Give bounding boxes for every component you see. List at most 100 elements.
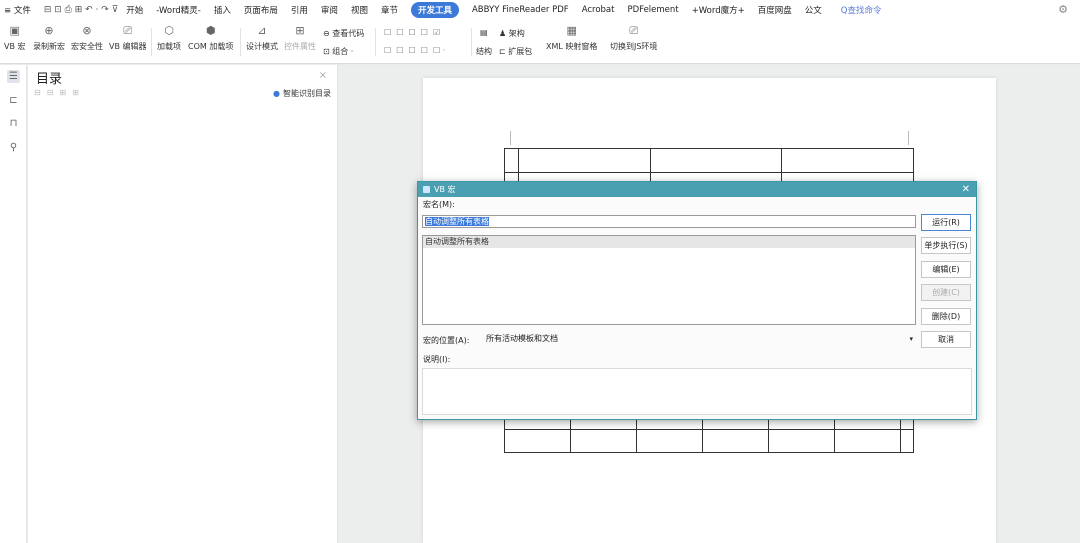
- tab-baidu-netdisk[interactable]: 百度网盘: [758, 4, 792, 16]
- table-border: [913, 420, 914, 453]
- record-macro-icon: ⊕: [44, 24, 54, 37]
- vb-macro-button[interactable]: ▣ VB 宏: [4, 24, 26, 52]
- command-search[interactable]: Q查找命令: [841, 4, 882, 16]
- switch-js-button[interactable]: ⎚ 切换到JS环境: [610, 24, 657, 52]
- table-border: [504, 172, 913, 173]
- vb-macro-icon: ▣: [9, 24, 20, 37]
- js-environment-icon: ⎚: [629, 24, 639, 37]
- record-macro-button[interactable]: ⊕ 录制新宏: [33, 24, 65, 52]
- ribbon-developer: ▣ VB 宏 ⊕ 录制新宏 ⊗ 宏安全性 ⎚ VB 编辑器 ⬡ 加载项 ⬢ COM 加载项 …: [0, 20, 1080, 64]
- tab-word-spirit[interactable]: -Word精灵-: [156, 4, 201, 16]
- create-button[interactable]: 创建(C): [921, 284, 971, 301]
- control-properties-button[interactable]: ⊞ 控件属性: [284, 24, 316, 52]
- addins-button[interactable]: ⬡ 加载项: [157, 24, 181, 52]
- table-border: [913, 148, 914, 182]
- search-icon[interactable]: ⚲: [7, 141, 20, 154]
- smart-icon: ●: [273, 89, 280, 98]
- description-label: 说明(I):: [423, 355, 451, 364]
- schema-button[interactable]: ♟ 架构: [499, 28, 525, 39]
- tab-word-cube[interactable]: +Word魔方+: [692, 4, 745, 16]
- schema-icon: ♟: [499, 29, 507, 38]
- design-mode-button[interactable]: ⊿ 设计模式: [246, 24, 278, 52]
- menu-file[interactable]: ≡ 文件: [4, 4, 31, 16]
- expansion-pack-button[interactable]: ⊏ 扩展包: [499, 46, 532, 57]
- xml-mapping-button[interactable]: ▦ XML 映射窗格: [546, 24, 597, 52]
- navigation-strip: ☰ ⊏ ⊓ ⚲: [0, 65, 27, 543]
- tab-section[interactable]: 章节: [381, 4, 398, 16]
- smart-toc-button[interactable]: ● 智能识别目录: [273, 88, 331, 99]
- content-controls-row2[interactable]: ☐ ☐ ☐ ☐ ☐ ·: [384, 46, 445, 55]
- tab-pdfelement[interactable]: PDFelement: [627, 5, 678, 15]
- table-border: [504, 429, 914, 430]
- cancel-button[interactable]: 取消: [921, 331, 971, 348]
- table-border: [570, 420, 571, 453]
- macro-location-select[interactable]: 所有活动模板和文档 ▾: [484, 332, 916, 346]
- com-addins-button[interactable]: ⬢ COM 加载项: [188, 24, 233, 52]
- close-icon[interactable]: ×: [319, 70, 327, 81]
- group-button[interactable]: ⊡ 组合 ·: [323, 46, 353, 57]
- toc-panel-icon[interactable]: ☰: [7, 70, 20, 83]
- structure-icon: ▤: [480, 28, 488, 37]
- tab-view[interactable]: 视图: [351, 4, 368, 16]
- toc-panel: 目录 × ⊟⊟⊞⊞ ● 智能识别目录: [28, 65, 338, 543]
- dialog-titlebar[interactable]: VB 宏: [418, 182, 976, 197]
- tab-page-layout[interactable]: 页面布局: [244, 4, 278, 16]
- ribbon-separator: [240, 28, 241, 56]
- description-box: [422, 368, 972, 415]
- macro-security-button[interactable]: ⊗ 宏安全性: [71, 24, 103, 52]
- table-border: [636, 420, 637, 453]
- table-border: [781, 148, 782, 182]
- step-into-button[interactable]: 单步执行(S): [921, 237, 971, 254]
- toc-toolbar[interactable]: ⊟⊟⊞⊞: [34, 88, 85, 97]
- tab-insert[interactable]: 插入: [214, 4, 231, 16]
- delete-button[interactable]: 删除(D): [921, 308, 971, 325]
- design-mode-icon: ⊿: [257, 24, 267, 37]
- list-item[interactable]: 自动调整所有表格: [423, 236, 915, 248]
- vb-editor-button[interactable]: ⎚ VB 编辑器: [109, 24, 147, 52]
- ribbon-separator: [375, 28, 376, 56]
- tab-developer[interactable]: 开发工具: [410, 2, 459, 18]
- dropdown-arrow-icon: ▾: [909, 335, 913, 343]
- table-border: [518, 148, 519, 182]
- tab-acrobat[interactable]: Acrobat: [582, 5, 615, 15]
- macro-name-label: 宏名(M):: [423, 200, 455, 209]
- group-icon: ⊡: [323, 47, 330, 56]
- structure-button[interactable]: 结构: [476, 46, 492, 57]
- quick-access-toolbar[interactable]: ⊟ ⊡ ⎙ ⊞ ↶ · ↷ ⊽: [44, 5, 118, 15]
- vb-macro-dialog: VB 宏 ✕ 宏名(M): 自动调整所有表格 自动调整所有表格 运行(R) 单步…: [417, 181, 977, 420]
- xml-mapping-icon: ▦: [566, 24, 577, 37]
- vb-editor-icon: ⎚: [123, 24, 133, 37]
- settings-icon[interactable]: ⚙: [1058, 3, 1068, 16]
- run-button[interactable]: 运行(R): [921, 214, 971, 231]
- tab-official-doc[interactable]: 公文: [805, 4, 822, 16]
- macro-location-label: 宏的位置(A):: [423, 336, 470, 345]
- cube-icon: ⬡: [164, 24, 174, 37]
- app-icon: [423, 186, 430, 193]
- table-border: [504, 148, 913, 149]
- content-controls-row1[interactable]: ☐ ☐ ☐ ☐ ☑: [384, 28, 440, 37]
- macro-list[interactable]: 自动调整所有表格: [422, 235, 916, 325]
- menu-bar: ≡ 文件 ⊟ ⊡ ⎙ ⊞ ↶ · ↷ ⊽ 开始 -Word精灵- 插入 页面布局…: [0, 0, 1080, 20]
- table-border: [504, 420, 505, 453]
- tab-home[interactable]: 开始: [126, 4, 143, 16]
- tab-references[interactable]: 引用: [291, 4, 308, 16]
- chapter-nav-icon[interactable]: ⊏: [7, 94, 20, 107]
- edit-button[interactable]: 编辑(E): [921, 261, 971, 278]
- table-border: [702, 420, 703, 453]
- tab-review[interactable]: 审阅: [321, 4, 338, 16]
- table-border: [834, 420, 835, 453]
- expansion-icon: ⊏: [499, 47, 506, 56]
- ribbon-separator: [471, 28, 472, 56]
- com-cube-icon: ⬢: [205, 24, 216, 37]
- table-border: [650, 148, 651, 182]
- macro-security-icon: ⊗: [82, 24, 92, 37]
- table-border: [504, 148, 505, 182]
- tab-abbyy[interactable]: ABBYY FineReader PDF: [472, 5, 569, 15]
- ribbon-separator: [151, 28, 152, 56]
- close-icon[interactable]: ✕: [962, 182, 970, 197]
- table-border: [900, 420, 901, 453]
- bookmark-icon[interactable]: ⊓: [7, 117, 20, 130]
- structure-icon-button[interactable]: ▤: [480, 28, 488, 37]
- macro-name-input[interactable]: 自动调整所有表格: [422, 215, 916, 228]
- view-code-button[interactable]: ⊖ 查看代码: [323, 28, 364, 39]
